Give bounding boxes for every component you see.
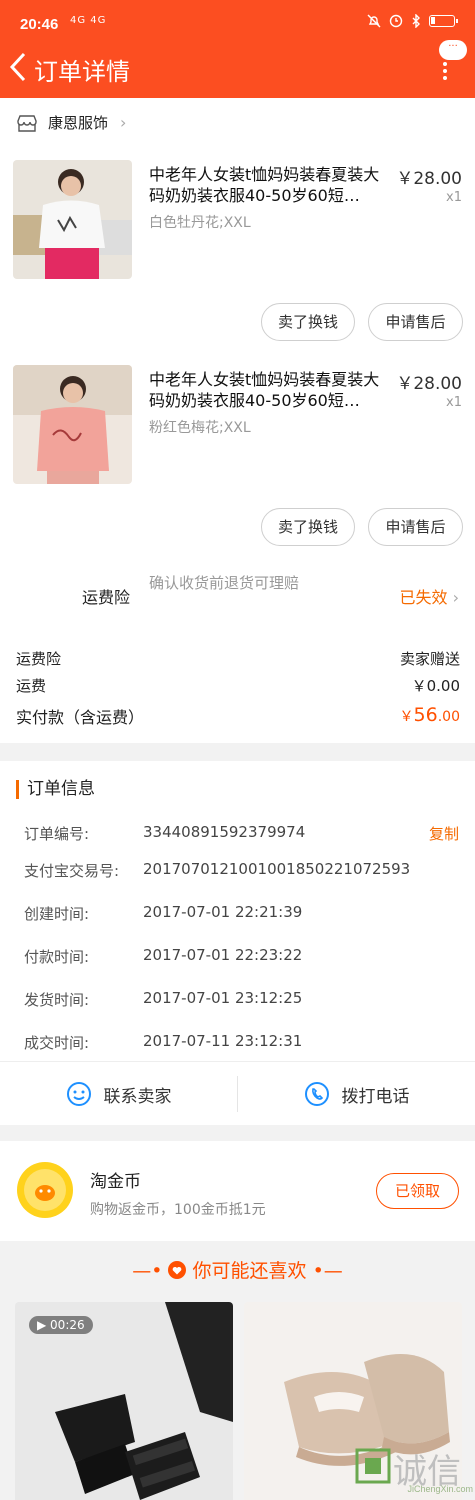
status-icons [367, 14, 458, 28]
watermark-logo: 诚信 JiChengXin.com [353, 1440, 473, 1498]
phone-icon [304, 1082, 329, 1106]
order-info-card: 订单信息 订单编号: 33440891592379974 复制 支付宝交易号: … [0, 761, 475, 1125]
product-thumbnail[interactable] [13, 365, 132, 484]
product-quantity: x1 [446, 190, 462, 205]
product-quantity: x1 [446, 395, 462, 410]
fee-insurance-row: 运费险 卖家赠送 [16, 650, 460, 668]
total-paid-amount: ￥56.00 [399, 704, 460, 726]
product-price: ￥28.00 [396, 374, 462, 394]
more-menu-icon[interactable] [443, 62, 449, 82]
coin-icon [17, 1162, 73, 1218]
product-sku: 白色牡丹花;XXL [149, 215, 251, 231]
mute-icon [367, 14, 381, 28]
order-card: 康恩服饰 › 中老年人女装t恤妈妈装春夏装大码奶奶装衣服40-50岁60短… 白… [0, 98, 475, 743]
back-button[interactable] [6, 50, 32, 84]
product-title[interactable]: 中老年人女装t恤妈妈装春夏装大码奶奶装衣服40-50岁60短… [149, 164, 381, 206]
product-item[interactable]: 中老年人女装t恤妈妈装春夏装大码奶奶装衣服40-50岁60短… 粉红色梅花;XX… [0, 365, 475, 570]
call-phone-button[interactable]: 拨打电话 [238, 1062, 475, 1126]
battery-icon [429, 15, 458, 27]
taojinbi-card: 淘金币 购物返金币，100金币抵1元 已领取 [0, 1141, 475, 1241]
sell-button[interactable]: 卖了换钱 [261, 508, 355, 546]
contact-seller-button[interactable]: 联系卖家 [0, 1062, 237, 1126]
shop-name: 康恩服饰 [48, 114, 109, 132]
app-header: 20:46 4G 4G 订单详情 ··· [0, 0, 475, 98]
message-icon[interactable]: ··· [439, 40, 467, 60]
shop-icon [17, 114, 37, 132]
recommend-title: —• 你可能还喜欢 •— [132, 1260, 343, 1282]
product-thumbnail[interactable] [13, 160, 132, 279]
bluetooth-icon [412, 14, 420, 28]
status-time: 20:46 [20, 16, 59, 33]
video-duration-badge: ▶ 00:26 [29, 1316, 93, 1334]
product-sku: 粉红色梅花;XXL [149, 420, 251, 436]
contact-bar: 联系卖家 拨打电话 [0, 1061, 475, 1125]
chevron-right-icon: › [452, 588, 459, 607]
fee-shipping-row: 运费 ￥0.00 [16, 677, 460, 695]
sell-button[interactable]: 卖了换钱 [261, 303, 355, 341]
product-item[interactable]: 中老年人女装t恤妈妈装春夏装大码奶奶装衣服40-50岁60短… 白色牡丹花;XX… [0, 160, 475, 365]
alarm-icon [389, 14, 403, 28]
order-info-title: 订单信息 [16, 780, 95, 799]
page-title: 订单详情 [34, 58, 130, 86]
chevron-right-icon: › [120, 113, 127, 132]
claimed-button[interactable]: 已领取 [376, 1173, 459, 1209]
shipping-insurance-row[interactable]: 运费险 确认收货前退货可理赔 已失效 › [0, 570, 475, 620]
chat-icon [66, 1082, 91, 1106]
total-paid-row: 实付款（含运费） ￥56.00 [16, 704, 460, 727]
product-price: ￥28.00 [396, 169, 462, 189]
heart-icon [168, 1261, 187, 1279]
coin-desc: 购物返金币，100金币抵1元 [90, 1202, 266, 1218]
after-sales-button[interactable]: 申请售后 [368, 303, 463, 341]
after-sales-button[interactable]: 申请售后 [368, 508, 463, 546]
signal-icon: 4G 4G [70, 15, 107, 26]
watermark-logo-icon [355, 1448, 391, 1484]
shop-link[interactable]: 康恩服饰 › [16, 112, 126, 133]
product-title[interactable]: 中老年人女装t恤妈妈装春夏装大码奶奶装衣服40-50岁60短… [149, 369, 381, 411]
insurance-desc: 确认收货前退货可理赔 [149, 574, 300, 592]
recommend-item[interactable]: ▶ 00:26 [15, 1302, 233, 1500]
coin-title: 淘金币 [90, 1172, 141, 1192]
insurance-label: 运费险 [82, 588, 131, 607]
copy-button[interactable]: 复制 [429, 823, 459, 844]
insurance-status[interactable]: 已失效 › [399, 584, 459, 608]
